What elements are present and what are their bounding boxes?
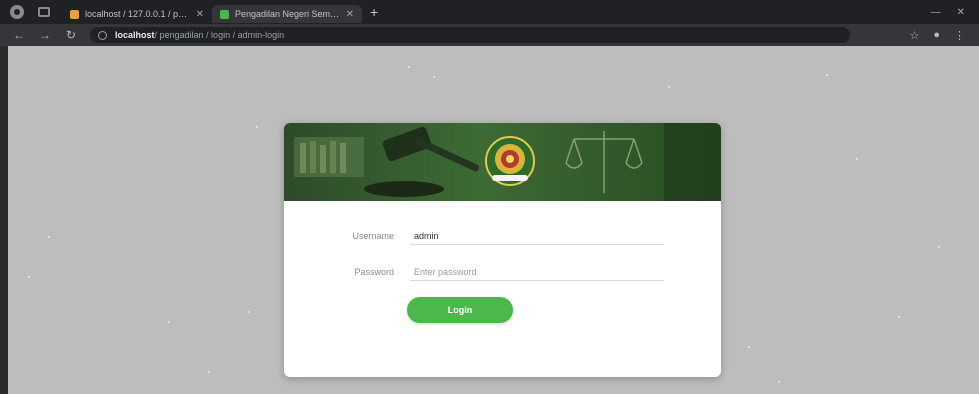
background-particle: [208, 371, 210, 373]
url-path: / pengadilan / login / admin-login: [154, 30, 285, 40]
site-info-icon[interactable]: [98, 30, 107, 40]
reload-icon[interactable]: ↻: [64, 28, 78, 42]
bookmark-icon[interactable]: ☆: [909, 29, 919, 42]
background-particle: [778, 381, 780, 383]
tab-close-icon[interactable]: ✕: [196, 9, 204, 20]
background-particle: [48, 236, 50, 238]
password-input[interactable]: [410, 263, 664, 281]
viewport-edge: [0, 46, 8, 394]
tab-label: localhost / 127.0.0.1 / pengadilan / a: [85, 9, 190, 19]
close-window-icon[interactable]: ✕: [957, 7, 965, 18]
tab-favicon-icon: [220, 9, 229, 19]
courtroom-banner-image: [294, 123, 721, 201]
background-particle: [748, 346, 750, 348]
background-particle: [668, 86, 670, 88]
background-particle: [248, 311, 250, 313]
background-particle: [898, 316, 900, 318]
window-controls: — ✕: [931, 7, 965, 18]
scales-icon: [565, 131, 643, 193]
tab-favicon-icon: [70, 9, 79, 19]
url-host: localhost: [115, 30, 155, 40]
background-particle: [938, 246, 940, 248]
background-particle: [408, 66, 410, 68]
tab-label: Pengadilan Negeri Semarang: [235, 9, 340, 19]
minimize-icon[interactable]: —: [931, 7, 941, 18]
tab-close-icon[interactable]: ✕: [346, 9, 354, 20]
password-label: Password: [354, 267, 394, 277]
login-button[interactable]: Login: [407, 297, 513, 323]
browser-logo-icon[interactable]: [10, 5, 24, 19]
back-arrow-icon[interactable]: ←: [12, 28, 26, 42]
login-form: Username Password Login: [284, 201, 721, 377]
password-row: Password: [324, 263, 664, 281]
background-particle: [256, 126, 258, 128]
menu-icon[interactable]: ⋮: [954, 29, 965, 42]
background-particle: [168, 321, 170, 323]
profile-icon[interactable]: ●: [933, 29, 940, 42]
tab-phpmyadmin[interactable]: localhost / 127.0.0.1 / pengadilan / a ✕: [62, 5, 212, 23]
gavel-icon: [364, 126, 480, 197]
username-row: Username: [324, 227, 664, 245]
tab-pengadilan[interactable]: Pengadilan Negeri Semarang ✕: [212, 5, 362, 23]
background-particle: [28, 276, 30, 278]
tab-list-icon[interactable]: [38, 7, 50, 17]
background-particle: [433, 76, 435, 78]
browser-tab-bar: localhost / 127.0.0.1 / pengadilan / a ✕…: [0, 0, 979, 24]
page-background: Username Password Login: [8, 46, 979, 394]
username-input[interactable]: [410, 227, 664, 245]
background-particle: [826, 74, 828, 76]
court-emblem-logo: [485, 136, 535, 186]
browser-toolbar: ← → ↻ localhost / pengadilan / login / a…: [0, 24, 979, 46]
toolbar-actions: ☆ ● ⋮: [909, 29, 965, 42]
forward-arrow-icon[interactable]: →: [38, 28, 52, 42]
login-banner: [284, 123, 721, 201]
address-bar[interactable]: localhost / pengadilan / login / admin-l…: [90, 27, 850, 43]
background-particle: [856, 158, 858, 160]
username-label: Username: [352, 231, 394, 241]
new-tab-button[interactable]: +: [370, 4, 378, 20]
login-card: Username Password Login: [284, 123, 721, 377]
